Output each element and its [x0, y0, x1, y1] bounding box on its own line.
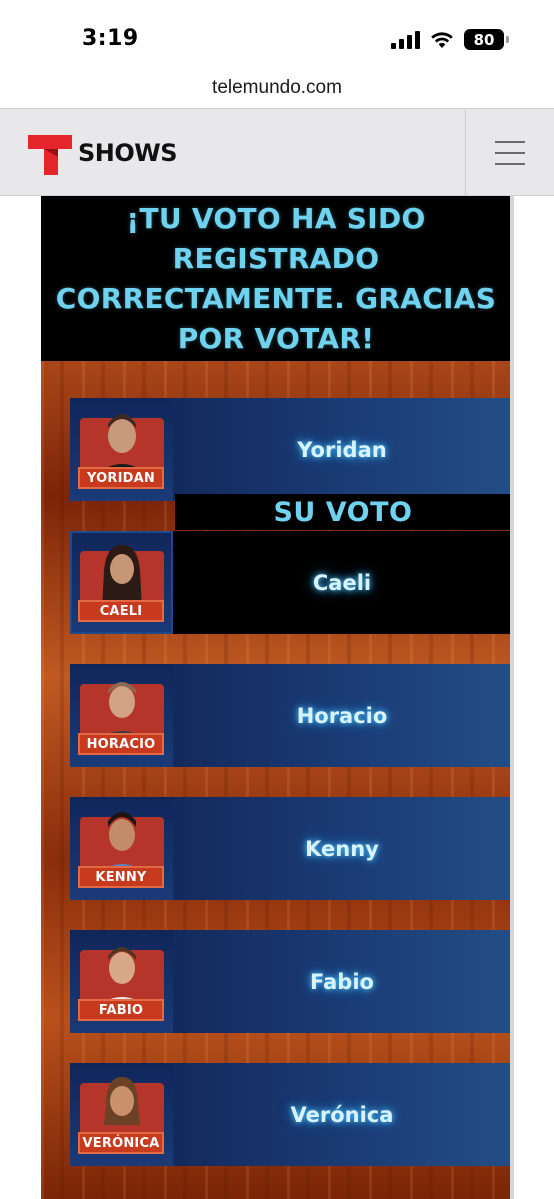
widget-edge	[510, 196, 514, 1199]
selected-vote-label: SU VOTO	[175, 494, 511, 530]
candidate-name-plate: YORIDAN	[78, 467, 164, 489]
telemundo-logo-icon[interactable]	[28, 131, 72, 175]
candidate-name: Kenny	[305, 836, 379, 861]
battery-icon: 80	[464, 29, 509, 50]
address-bar[interactable]: telemundo.com	[0, 70, 554, 108]
candidate-name: Fabio	[310, 969, 374, 994]
candidate-card-caeli[interactable]: CAELI Caeli	[70, 531, 511, 634]
hamburger-menu-icon[interactable]	[466, 109, 554, 197]
cellular-signal-icon	[391, 30, 420, 49]
candidate-name: Yoridan	[297, 437, 387, 462]
candidate-name-plate: CAELI	[78, 600, 164, 622]
wifi-icon	[431, 31, 453, 48]
status-bar: 3:19 80	[0, 0, 554, 70]
candidate-name-plate: HORACIO	[78, 733, 164, 755]
site-header: SHOWS	[0, 108, 554, 197]
candidate-name: Caeli	[312, 570, 372, 595]
candidate-card-veronica[interactable]: VERÓNICA Verónica	[70, 1063, 511, 1166]
vote-widget: ¡TU VOTO HA SIDO REGISTRADO CORRECTAMENT…	[41, 196, 514, 1199]
url-text: telemundo.com	[212, 77, 342, 98]
candidate-card-yoridan[interactable]: YORIDAN Yoridan	[70, 398, 511, 501]
candidate-name-plate: FABIO	[78, 999, 164, 1021]
confirmation-banner: ¡TU VOTO HA SIDO REGISTRADO CORRECTAMENT…	[41, 196, 511, 361]
candidate-card-kenny[interactable]: KENNY Kenny	[70, 797, 511, 900]
candidate-name: Horacio	[296, 703, 388, 728]
confirmation-message: ¡TU VOTO HA SIDO REGISTRADO CORRECTAMENT…	[55, 201, 497, 355]
status-icons: 80	[391, 29, 509, 50]
candidate-card-fabio[interactable]: FABIO Fabio	[70, 930, 511, 1033]
candidate-name-plate: KENNY	[78, 866, 164, 888]
candidate-name-plate: VERÓNICA	[78, 1132, 164, 1154]
candidate-name: Verónica	[290, 1102, 394, 1127]
section-label[interactable]: SHOWS	[78, 139, 178, 167]
candidate-card-horacio[interactable]: HORACIO Horacio	[70, 664, 511, 767]
status-time: 3:19	[82, 26, 139, 51]
